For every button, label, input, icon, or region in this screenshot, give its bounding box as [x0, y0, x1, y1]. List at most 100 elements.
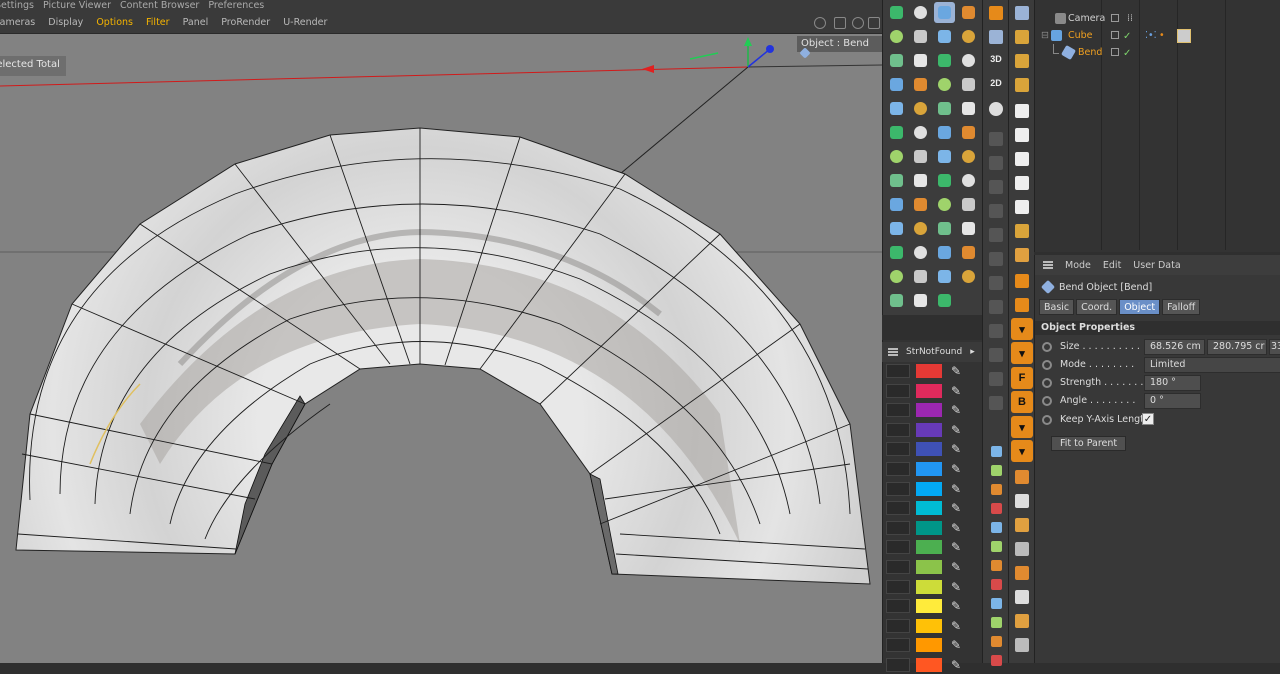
light-icon[interactable]	[934, 218, 955, 239]
fit-to-parent-button[interactable]: Fit to Parent	[1051, 436, 1127, 451]
torus-icon[interactable]	[886, 266, 907, 287]
plane-icon[interactable]	[958, 194, 979, 215]
cube-icon[interactable]	[886, 242, 907, 263]
animate-radio-icon[interactable]	[1042, 360, 1052, 370]
menu-settings[interactable]: Settings	[0, 0, 37, 11]
eyedropper-icon[interactable]: ✎	[948, 500, 964, 516]
view-2d-icon[interactable]: 2D	[985, 72, 1007, 94]
swatch-slot[interactable]	[886, 462, 910, 476]
size-y-field[interactable]: 280.795 cr	[1207, 339, 1267, 355]
eyedropper-icon[interactable]: ✎	[948, 383, 964, 399]
eyedropper-icon[interactable]: ✎	[948, 618, 964, 634]
sphere-icon[interactable]	[910, 122, 931, 143]
deformer-icon[interactable]	[1011, 514, 1033, 536]
tool-icon[interactable]	[985, 649, 1007, 671]
light-icon[interactable]	[886, 170, 907, 191]
color-swatch[interactable]	[916, 364, 942, 378]
rotate-view-icon[interactable]	[852, 17, 864, 29]
color-swatch[interactable]	[916, 579, 942, 594]
nurbs-icon[interactable]	[910, 98, 931, 119]
swatch-row[interactable]: ✎	[884, 499, 978, 517]
swatch-row[interactable]: ✎	[884, 538, 978, 556]
nurbs-icon[interactable]	[958, 26, 979, 47]
torus-icon[interactable]	[886, 26, 907, 47]
disabled-tool-icon[interactable]	[985, 128, 1007, 150]
plane-icon[interactable]	[958, 74, 979, 95]
disabled-tool-icon[interactable]	[985, 344, 1007, 366]
layout-icon[interactable]	[1011, 26, 1033, 48]
eyedropper-icon[interactable]: ✎	[948, 637, 964, 653]
color-swatch[interactable]	[916, 422, 942, 437]
angle-field[interactable]: 0 °	[1144, 393, 1201, 409]
cone-icon[interactable]	[958, 2, 979, 23]
vp-menu-urender[interactable]: U-Render	[278, 13, 332, 33]
color-swatch[interactable]	[916, 462, 942, 476]
torus-icon[interactable]	[934, 74, 955, 95]
eyedropper-icon[interactable]: ✎	[948, 598, 964, 614]
arrow-icon[interactable]: ▾	[1011, 318, 1033, 340]
swatch-slot[interactable]	[886, 540, 910, 555]
animate-radio-icon[interactable]	[1042, 378, 1052, 388]
animate-radio-icon[interactable]	[1042, 342, 1052, 352]
arrow-icon[interactable]: ▾	[1011, 416, 1033, 438]
disabled-tool-icon[interactable]	[985, 272, 1007, 294]
layout-icon[interactable]	[1011, 2, 1033, 24]
nurbs-icon[interactable]	[958, 146, 979, 167]
camera-icon[interactable]	[910, 170, 931, 191]
swatch-row[interactable]: ✎	[884, 617, 978, 635]
size-z-field[interactable]: 33	[1269, 339, 1280, 355]
panel-menu-icon[interactable]	[1043, 261, 1053, 269]
object-row-camera[interactable]: Camera ⁞⁞	[1035, 10, 1280, 27]
light-icon[interactable]	[886, 50, 907, 71]
animate-radio-icon[interactable]	[1042, 396, 1052, 406]
layout-icon[interactable]	[1011, 220, 1033, 242]
cube-icon[interactable]	[934, 290, 955, 311]
swatch-slot[interactable]	[886, 364, 910, 378]
layout-icon[interactable]	[1011, 124, 1033, 146]
view-3d-icon[interactable]: 3D	[985, 48, 1007, 70]
swatch-slot[interactable]	[886, 579, 910, 594]
plane-icon[interactable]	[910, 26, 931, 47]
layout-icon[interactable]	[1011, 294, 1033, 316]
tag-icon[interactable]: ⁚•⁚	[1145, 27, 1157, 44]
cylinder-icon[interactable]	[934, 2, 955, 23]
mode-icon[interactable]	[985, 26, 1007, 48]
color-swatch[interactable]	[916, 599, 942, 614]
mode-select[interactable]: Limited	[1144, 357, 1280, 373]
swatch-slot[interactable]	[886, 638, 910, 653]
arrow-icon[interactable]: ▾	[1011, 440, 1033, 462]
layout-icon[interactable]	[1011, 148, 1033, 170]
swatch-row[interactable]: ✎	[884, 656, 978, 674]
vp-menu-panel[interactable]: Panel	[178, 13, 214, 33]
tab-basic[interactable]: Basic	[1039, 299, 1075, 315]
eyedropper-icon[interactable]: ✎	[948, 402, 964, 418]
snap-b-icon[interactable]: B	[1011, 391, 1033, 413]
tag-icon[interactable]: •	[1159, 27, 1165, 44]
eyedropper-icon[interactable]: ✎	[948, 657, 964, 673]
color-swatch[interactable]	[916, 540, 942, 555]
color-swatch[interactable]	[916, 442, 942, 457]
color-swatch[interactable]	[916, 383, 942, 398]
layout-icon[interactable]	[1011, 270, 1033, 292]
color-swatch[interactable]	[916, 481, 942, 496]
swatch-row[interactable]: ✎	[884, 362, 978, 380]
cone-icon[interactable]	[958, 242, 979, 263]
swatch-slot[interactable]	[886, 383, 910, 398]
swatch-slot[interactable]	[886, 520, 910, 535]
sphere-icon[interactable]	[958, 170, 979, 191]
eyedropper-icon[interactable]: ✎	[948, 520, 964, 536]
cone-icon[interactable]	[958, 122, 979, 143]
swatch-slot[interactable]	[886, 422, 910, 437]
spline-icon[interactable]	[934, 266, 955, 287]
disabled-tool-icon[interactable]	[985, 200, 1007, 222]
swatch-slot[interactable]	[886, 501, 910, 516]
cylinder-icon[interactable]	[886, 194, 907, 215]
color-swatch[interactable]	[916, 520, 942, 535]
vp-menu-prorender[interactable]: ProRender	[216, 13, 275, 33]
menu-picture-viewer[interactable]: Picture Viewer	[40, 0, 114, 11]
swatch-row[interactable]: ✎	[884, 460, 978, 478]
color-swatch[interactable]	[916, 638, 942, 653]
light-icon[interactable]	[886, 290, 907, 311]
color-swatch[interactable]	[916, 560, 942, 574]
eyedropper-icon[interactable]: ✎	[948, 539, 964, 555]
